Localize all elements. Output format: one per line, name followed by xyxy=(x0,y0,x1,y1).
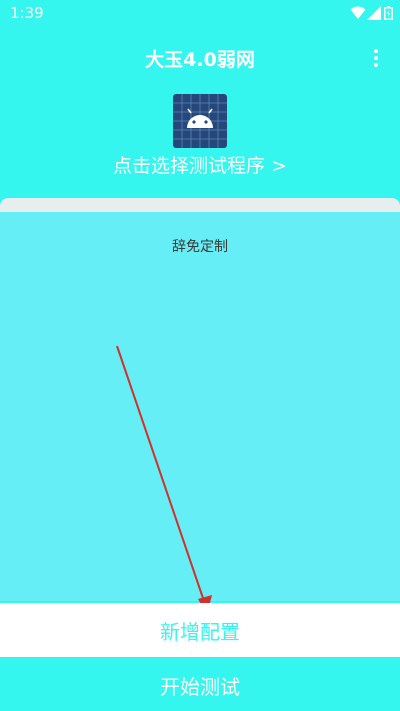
status-time: 1:39 xyxy=(10,4,44,22)
android-app-icon[interactable] xyxy=(173,94,227,148)
more-vertical-icon[interactable] xyxy=(366,47,386,69)
wifi-icon xyxy=(350,6,366,19)
panel-header-strip xyxy=(0,198,400,212)
battery-icon xyxy=(384,6,393,20)
select-test-program-link[interactable]: 点击选择测试程序 > xyxy=(0,151,400,178)
start-test-button[interactable]: 开始测试 xyxy=(0,659,400,711)
app-title: 大玉4.0弱网 xyxy=(145,49,255,71)
status-bar: 1:39 xyxy=(0,0,400,27)
add-config-button[interactable]: 新增配置 xyxy=(0,603,400,657)
signal-icon xyxy=(367,6,381,20)
config-item[interactable]: 辞免定制 xyxy=(0,236,400,256)
config-list-panel: 辞免定制 xyxy=(0,198,400,601)
